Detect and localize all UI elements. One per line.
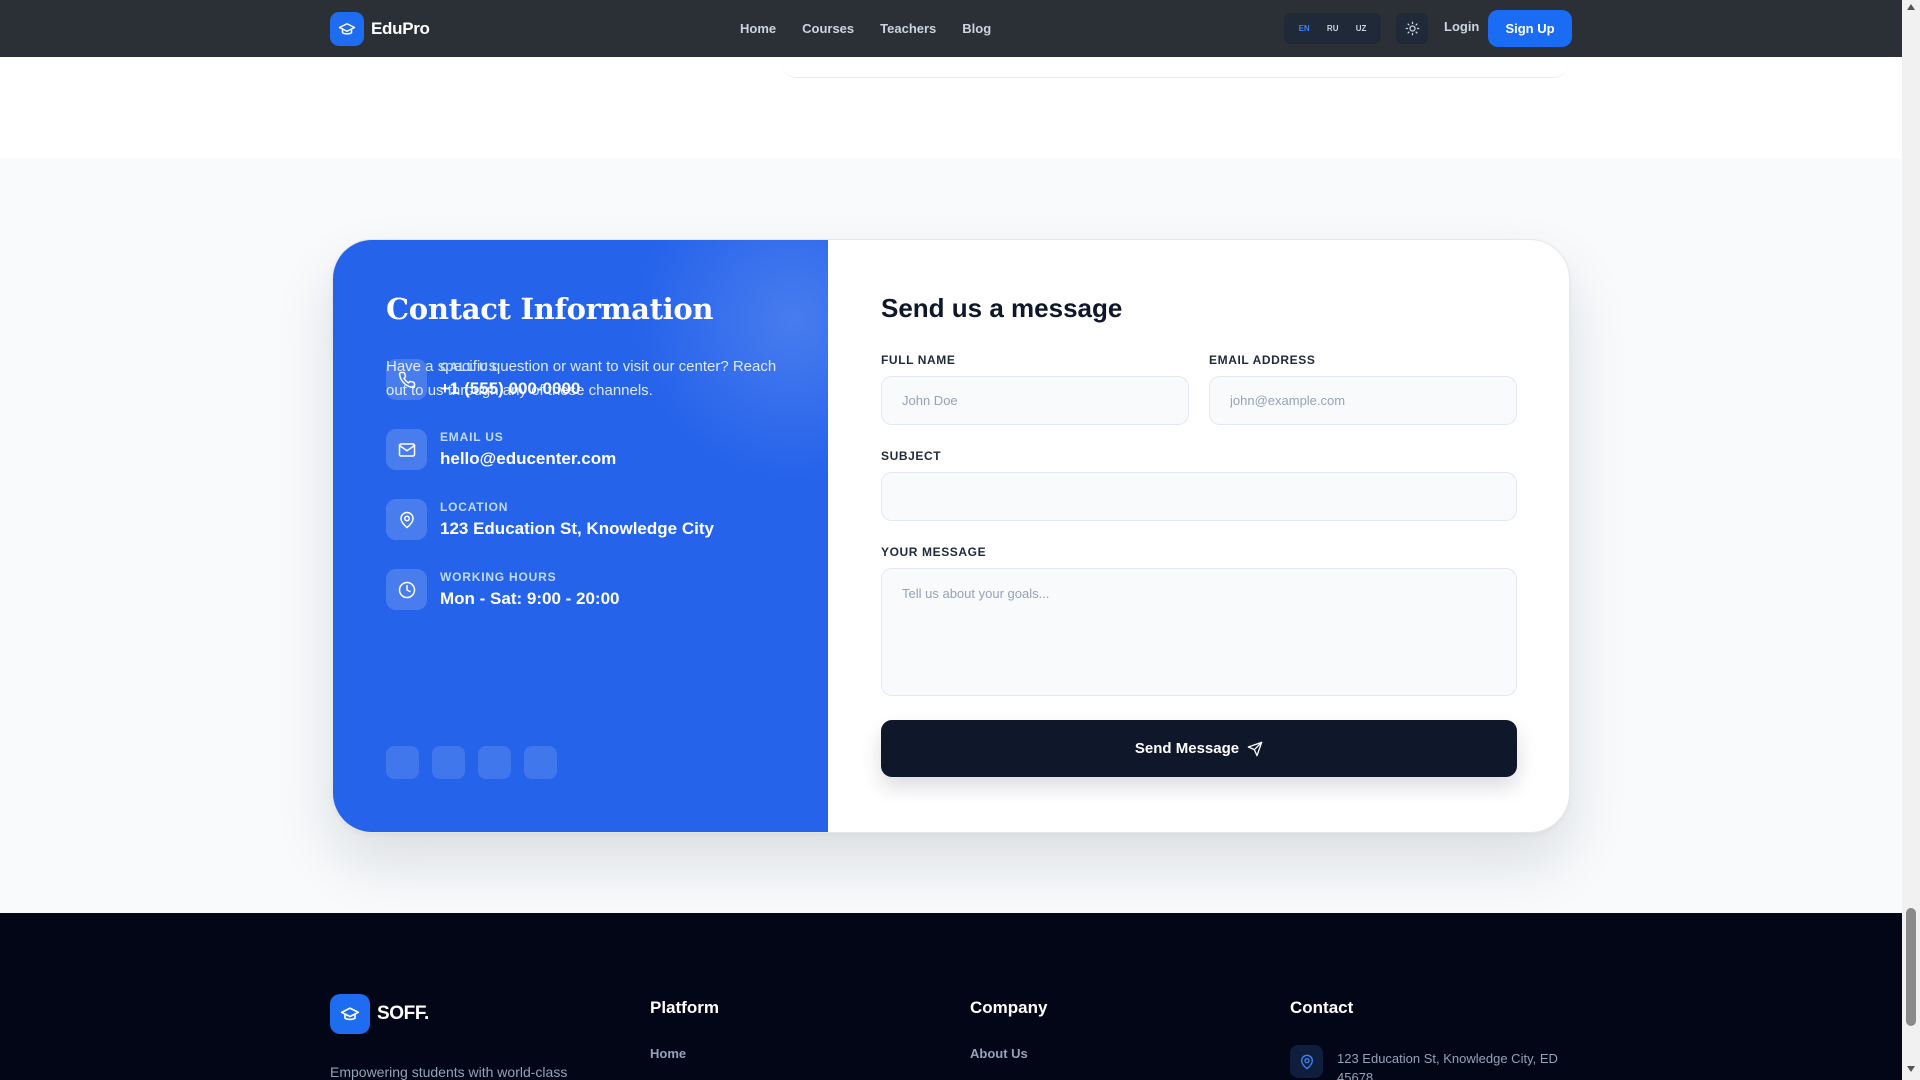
mail-icon (386, 429, 427, 470)
login-link[interactable]: Login (1444, 19, 1479, 34)
form-title: Send us a message (881, 293, 1123, 323)
social-link[interactable] (524, 746, 557, 779)
contact-item-label: CALL US (440, 360, 498, 374)
theme-toggle-button[interactable] (1396, 13, 1428, 44)
brand-logo[interactable]: EduPro (330, 12, 430, 46)
footer: SOFF. Empowering students with world-cla… (0, 913, 1902, 1080)
brand-name: EduPro (371, 19, 430, 38)
graduation-cap-icon (330, 12, 364, 46)
language-switcher: EN RU UZ (1284, 13, 1381, 44)
contact-item-email: EMAIL US hello@educenter.com (386, 429, 616, 470)
scrollbar-thumb[interactable] (1906, 908, 1916, 1026)
footer-link-about-us[interactable]: About Us (970, 1046, 1028, 1061)
full-name-input[interactable] (881, 376, 1189, 425)
signup-button[interactable]: Sign Up (1488, 10, 1572, 47)
social-link[interactable] (432, 746, 465, 779)
nav-link-blog[interactable]: Blog (962, 21, 991, 36)
social-link[interactable] (386, 746, 419, 779)
social-link[interactable] (478, 746, 511, 779)
send-message-button[interactable]: Send Message (881, 720, 1517, 777)
subject-label: SUBJECT (881, 449, 942, 463)
contact-item-value: hello@educenter.com (440, 449, 617, 468)
nav-link-courses[interactable]: Courses (802, 21, 854, 36)
full-name-label: FULL NAME (881, 353, 956, 367)
message-label: YOUR MESSAGE (881, 545, 987, 559)
clock-icon (386, 569, 427, 610)
email-address-input[interactable] (1209, 376, 1517, 425)
phone-icon (386, 359, 427, 400)
location-pin-icon (1290, 1045, 1323, 1078)
message-textarea[interactable] (881, 568, 1517, 696)
sun-icon (1405, 21, 1419, 36)
language-option-en[interactable]: EN (1299, 24, 1310, 33)
scroll-down-arrow-icon[interactable] (1907, 1066, 1915, 1072)
nav-links: Home Courses Teachers Blog (740, 0, 991, 57)
send-message-label: Send Message (1134, 740, 1240, 757)
contact-info-panel: Contact Information Have a specific ques… (333, 240, 828, 832)
nav-link-home[interactable]: Home (740, 21, 776, 36)
footer-column-title-company: Company (970, 998, 1048, 1017)
contact-card: Contact Information Have a specific ques… (332, 239, 1570, 833)
footer-contact-address: 123 Education St, Knowledge City, ED 456… (1337, 1051, 1558, 1080)
contact-item-phone: CALL US +1 (555) 000-0000 (386, 359, 580, 400)
footer-brand-logo[interactable]: SOFF. (330, 994, 429, 1034)
contact-item-label: EMAIL US (440, 430, 504, 444)
contact-item-hours: WORKING HOURS Mon - Sat: 9:00 - 20:00 (386, 569, 620, 610)
language-option-ru[interactable]: RU (1327, 24, 1339, 33)
contact-item-location: LOCATION 123 Education St, Knowledge Cit… (386, 499, 714, 540)
footer-tagline: Empowering students with world-class (330, 1064, 568, 1080)
footer-brand-name: SOFF. (377, 1003, 429, 1024)
social-links (386, 746, 557, 779)
contact-item-value: 123 Education St, Knowledge City (440, 519, 714, 538)
nav-link-teachers[interactable]: Teachers (880, 21, 936, 36)
contact-info-title: Contact Information (386, 292, 714, 326)
navbar: EduPro Home Courses Teachers Blog EN RU … (0, 0, 1902, 57)
page-scrollbar[interactable] (1902, 0, 1920, 1080)
contact-item-value: Mon - Sat: 9:00 - 20:00 (440, 589, 620, 608)
location-pin-icon (386, 499, 427, 540)
language-option-uz[interactable]: UZ (1356, 24, 1367, 33)
send-icon (1247, 741, 1263, 756)
contact-item-label: WORKING HOURS (440, 570, 557, 584)
contact-item-label: LOCATION (440, 500, 509, 514)
subject-input[interactable] (881, 472, 1517, 521)
scroll-up-arrow-icon[interactable] (1907, 4, 1915, 10)
footer-column-title-platform: Platform (650, 998, 719, 1017)
graduation-cap-icon (330, 994, 370, 1034)
contact-item-value: +1 (555) 000-0000 (440, 379, 581, 398)
footer-column-title-contact: Contact (1290, 998, 1354, 1017)
previous-section-card-edge (782, 57, 1568, 78)
footer-link-home[interactable]: Home (650, 1046, 686, 1061)
contact-form: Send us a message FULL NAME EMAIL ADDRES… (828, 240, 1569, 832)
email-address-label: EMAIL ADDRESS (1209, 353, 1316, 367)
